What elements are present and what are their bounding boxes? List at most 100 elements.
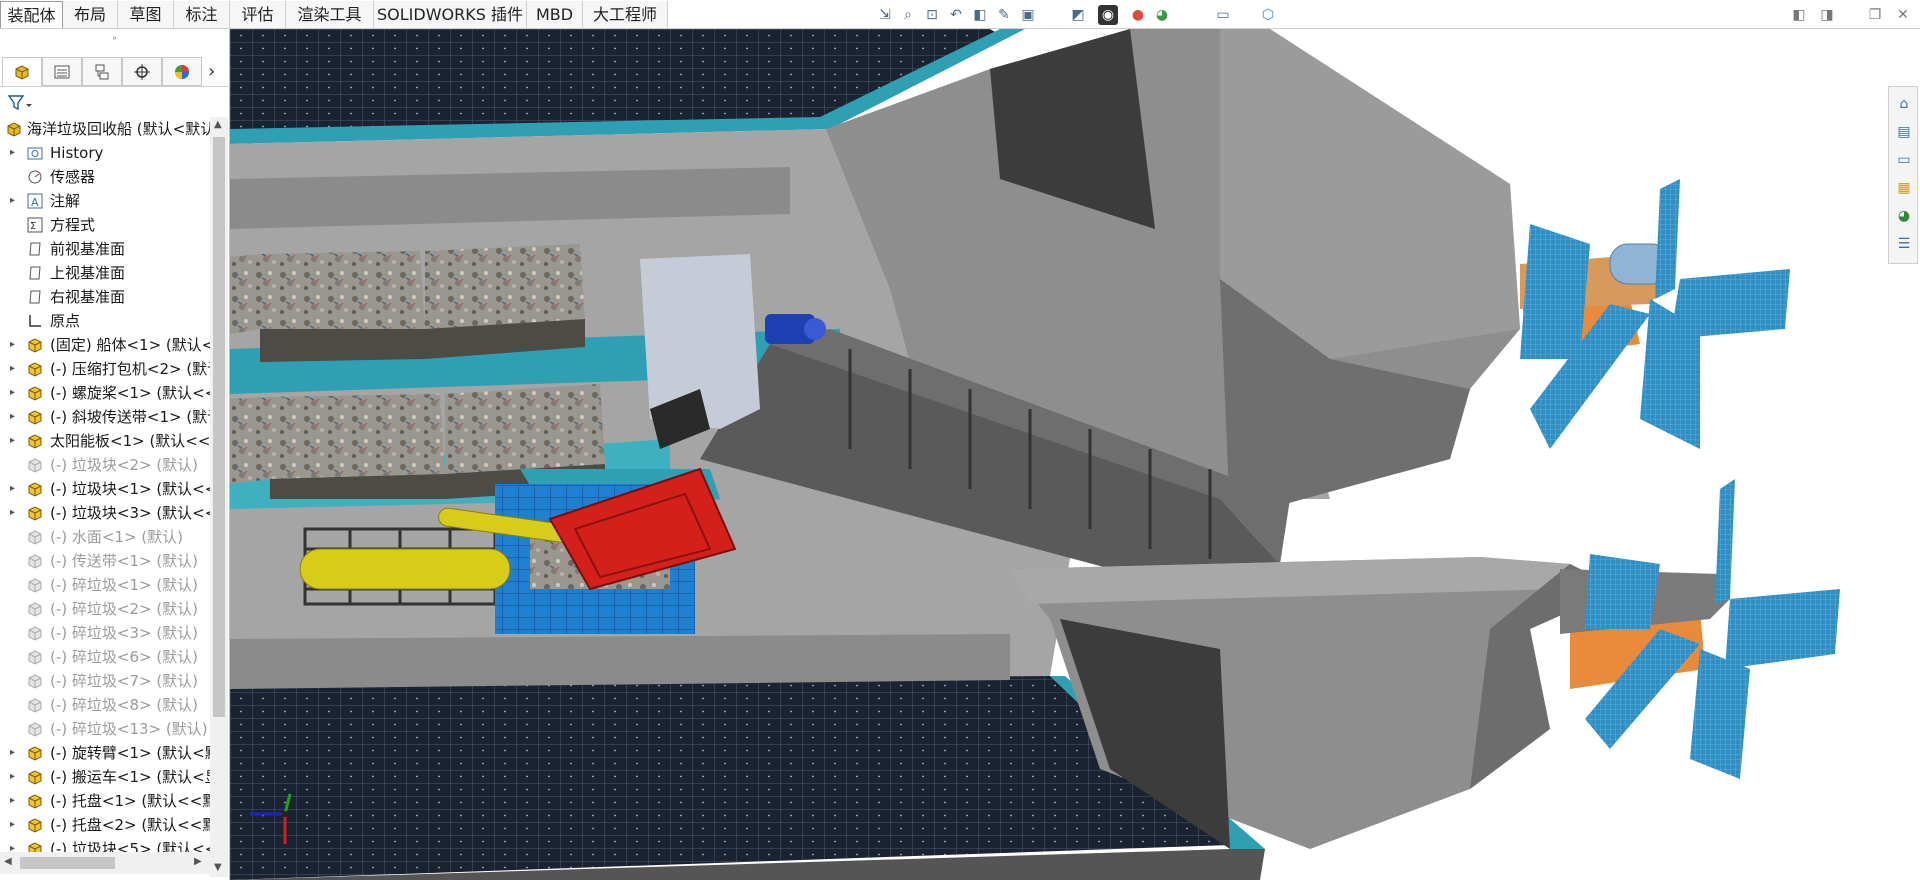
tree-item[interactable]: ▸ (-) 旋转臂<1> (默认<默	[0, 741, 210, 765]
tab-mbd[interactable]: MBD	[527, 1, 583, 28]
scroll-right-icon[interactable]: ▶	[194, 856, 202, 867]
property-manager-tab[interactable]	[42, 57, 82, 86]
appearances-icon[interactable]: ◕	[1893, 205, 1915, 227]
graphics-viewport[interactable]	[230, 29, 1920, 880]
scroll-down-icon[interactable]: ▼	[214, 862, 222, 873]
tree-item[interactable]: 前视基准面	[0, 237, 210, 261]
scroll-left-icon[interactable]: ◀	[4, 856, 12, 867]
tab-solidworks-addins[interactable]: SOLIDWORKS 插件	[374, 1, 527, 28]
custom-properties-icon[interactable]: ☰	[1893, 233, 1915, 255]
tree-item[interactable]: (-) 垃圾块<2> (默认)	[0, 453, 210, 477]
tree-item[interactable]: ▸ (-) 螺旋桨<1> (默认<<	[0, 381, 210, 405]
tree-item[interactable]: ▸ (-) 压缩打包机<2> (默认	[0, 357, 210, 381]
tab-engineer[interactable]: 大工程师	[583, 1, 668, 28]
zoom-to-fit-icon[interactable]: ⌕	[898, 5, 918, 25]
dimxpert-manager-tab[interactable]	[122, 57, 162, 86]
display-style-icon[interactable]: ◩	[1068, 5, 1088, 25]
lower-propeller[interactable]	[1560, 479, 1840, 779]
tab-assembly[interactable]: 装配体	[0, 1, 63, 28]
tree-item[interactable]: 原点	[0, 309, 210, 333]
tree-item[interactable]: 右视基准面	[0, 285, 210, 309]
home-icon[interactable]: ⌂	[1893, 93, 1915, 115]
model-render[interactable]	[230, 29, 1920, 880]
tree-item[interactable]: ▸ (-) 垃圾块<1> (默认<<	[0, 477, 210, 501]
tree-item[interactable]: ▸ A 注解	[0, 189, 210, 213]
tree-item[interactable]: (-) 碎垃圾<7> (默认)	[0, 669, 210, 693]
view-settings-icon[interactable]: ▭	[1213, 5, 1233, 25]
hide-show-items-icon[interactable]: ◉	[1098, 5, 1118, 25]
tab-layout[interactable]: 布局	[63, 1, 118, 28]
tree-root-assembly[interactable]: 海洋垃圾回收船 (默认<默认	[0, 117, 210, 141]
tree-item[interactable]: Σ 方程式	[0, 213, 210, 237]
tree-item[interactable]: (-) 碎垃圾<6> (默认)	[0, 645, 210, 669]
tree-item[interactable]: (-) 碎垃圾<8> (默认)	[0, 693, 210, 717]
window-tile-left-icon[interactable]: ◧	[1790, 6, 1808, 24]
suppressed-part-icon	[27, 601, 43, 617]
design-library-icon[interactable]: ▤	[1893, 121, 1915, 143]
expand-arrow-icon[interactable]: ▸	[10, 189, 20, 213]
zoom-area-icon[interactable]: ⊡	[922, 5, 942, 25]
tree-item[interactable]: (-) 碎垃圾<1> (默认)	[0, 573, 210, 597]
window-tile-right-icon[interactable]: ◨	[1818, 6, 1836, 24]
previous-view-icon[interactable]: ⇲	[875, 5, 895, 25]
expand-arrow-icon[interactable]: ▸	[10, 429, 20, 453]
tree-item[interactable]: ▸ (-) 托盘<1> (默认<<默	[0, 789, 210, 813]
tree-item[interactable]: ▸ 太阳能板<1> (默认<<默	[0, 429, 210, 453]
tree-item[interactable]: ▸ (-) 托盘<2> (默认<<默	[0, 813, 210, 837]
tree-vertical-scrollbar[interactable]: ▲ ▼	[210, 117, 228, 877]
expand-arrow-icon[interactable]: ▸	[10, 381, 20, 405]
tree-item[interactable]: (-) 碎垃圾<3> (默认)	[0, 621, 210, 645]
tab-evaluate[interactable]: 评估	[230, 1, 286, 28]
expand-arrow-icon[interactable]: ▸	[10, 813, 20, 837]
vertical-scroll-thumb[interactable]	[213, 137, 225, 717]
tree-item[interactable]: 传感器	[0, 165, 210, 189]
tree-item[interactable]: ▸ History	[0, 141, 210, 165]
configuration-manager-tab[interactable]	[82, 57, 122, 86]
section-view-icon[interactable]: ◧	[970, 5, 990, 25]
edit-appearance-icon[interactable]: ●	[1128, 5, 1148, 25]
suppressed-part-icon	[27, 721, 43, 737]
panel-tabs: ›	[0, 57, 230, 87]
horizontal-scroll-thumb[interactable]	[20, 857, 115, 869]
expand-arrow-icon[interactable]: ▸	[10, 477, 20, 501]
feature-manager-tab[interactable]	[2, 57, 42, 86]
expand-arrow-icon[interactable]: ▸	[10, 765, 20, 789]
file-explorer-icon[interactable]: ▭	[1893, 149, 1915, 171]
tree-item[interactable]: 上视基准面	[0, 261, 210, 285]
window-restore-icon[interactable]: ❐	[1866, 6, 1884, 24]
tree-item[interactable]: (-) 传送带<1> (默认)	[0, 549, 210, 573]
tab-sketch[interactable]: 草图	[118, 1, 174, 28]
expand-arrow-icon[interactable]: ▸	[10, 333, 20, 357]
view-palette-icon[interactable]: ▦	[1893, 177, 1915, 199]
previous-view-arrow-icon[interactable]: ↶	[946, 5, 966, 25]
tree-item[interactable]: ▸ (-) 垃圾块<3> (默认<<	[0, 501, 210, 525]
expand-arrow-icon[interactable]: ▸	[10, 789, 20, 813]
expand-arrow-icon[interactable]: ▸	[10, 141, 20, 165]
dynamic-annotation-icon[interactable]: ✎	[994, 5, 1014, 25]
tree-item[interactable]: ▸ (固定) 船体<1> (默认<	[0, 333, 210, 357]
panel-more-arrow[interactable]: ›	[208, 61, 215, 82]
tree-item[interactable]: (-) 水面<1> (默认)	[0, 525, 210, 549]
view-cube-icon[interactable]: ⬡	[1258, 5, 1278, 25]
tree-item[interactable]: (-) 碎垃圾<13> (默认)	[0, 717, 210, 741]
upper-propeller[interactable]	[1520, 179, 1790, 449]
tree-item[interactable]: (-) 碎垃圾<2> (默认)	[0, 597, 210, 621]
tree-horizontal-scrollbar[interactable]: ◀ ▶	[0, 852, 210, 874]
expand-arrow-icon[interactable]: ▸	[10, 741, 20, 765]
view-orientation-icon[interactable]: ▣	[1018, 5, 1038, 25]
scroll-up-icon[interactable]: ▲	[214, 119, 222, 130]
expand-arrow-icon[interactable]: ▸	[10, 405, 20, 429]
conveyor-motor[interactable]	[765, 314, 826, 344]
display-manager-tab[interactable]	[162, 57, 202, 86]
tab-render-tools[interactable]: 渲染工具	[286, 1, 374, 28]
window-close-icon[interactable]: ✕	[1894, 6, 1912, 24]
expand-arrow-icon[interactable]: ▸	[10, 501, 20, 525]
funnel-icon[interactable]	[8, 94, 34, 112]
tree-item[interactable]: ▸ (-) 搬运车<1> (默认<显	[0, 765, 210, 789]
panel-grip[interactable]: °	[0, 29, 229, 54]
expand-arrow-icon[interactable]: ▸	[10, 357, 20, 381]
yellow-hydraulic-ram[interactable]	[299, 548, 511, 590]
apply-scene-icon[interactable]: ◕	[1152, 5, 1172, 25]
tree-item[interactable]: ▸ (-) 斜坡传送带<1> (默认	[0, 405, 210, 429]
tab-markup[interactable]: 标注	[174, 1, 230, 28]
